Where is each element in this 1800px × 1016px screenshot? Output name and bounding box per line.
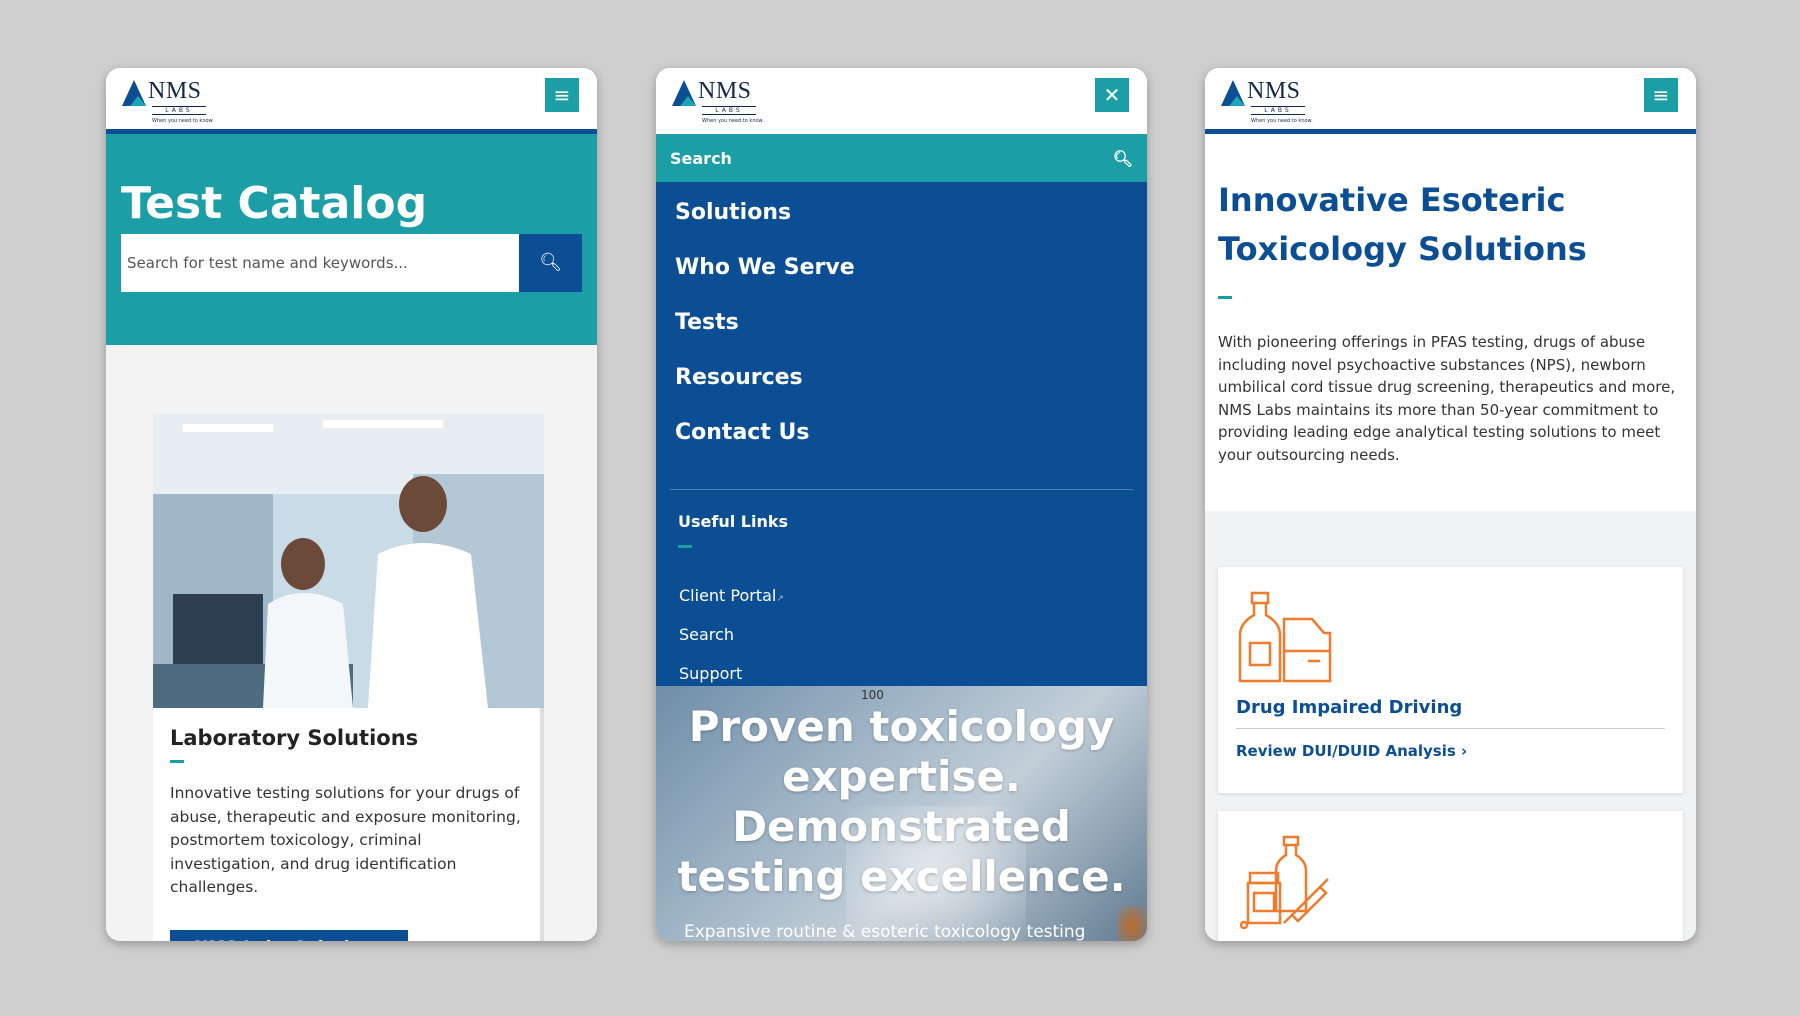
search-icon: 🔍︎ <box>539 252 562 273</box>
useful-links-heading: Useful Links <box>678 512 789 531</box>
nav-divider <box>670 489 1133 490</box>
link-search[interactable]: Search <box>670 625 1133 664</box>
page-title: Test Catalog <box>121 178 428 229</box>
laboratory-solutions-card: Laboratory Solutions Innovative testing … <box>153 708 544 941</box>
hamburger-icon[interactable]: ≡ <box>545 78 579 112</box>
logo-labs: LABS <box>1251 106 1305 115</box>
medicine-bottles-syringe-icon <box>1239 835 1329 929</box>
hamburger-icon[interactable]: ≡ <box>1644 78 1678 112</box>
nav-item-solutions[interactable]: Solutions <box>670 200 1133 255</box>
content-area: Laboratory Solutions Innovative testing … <box>106 345 597 941</box>
lab-photo <box>153 414 544 708</box>
cards-area: Drug Impaired Driving Review DUI/DUID An… <box>1205 511 1696 941</box>
menu-search-label: Search <box>670 148 732 168</box>
logo-labs: LABS <box>702 106 756 115</box>
accent-dash <box>1218 296 1232 299</box>
hero-scale-label: 100 <box>861 688 884 702</box>
logo-tagline: When you need to know. <box>152 118 214 124</box>
phone-mobile-menu: NMS LABS When you need to know. ✕ Search… <box>656 68 1147 941</box>
phone-esoteric-solutions: NMS LABS When you need to know. ≡ Innova… <box>1205 68 1696 941</box>
search-icon[interactable]: 🔍︎ <box>1113 149 1133 168</box>
hero-subtitle: Expansive routine & esoteric toxicology … <box>684 922 1086 941</box>
test-catalog-section: Test Catalog 🔍︎ <box>106 134 597 345</box>
nms-labs-logo[interactable]: NMS LABS When you need to know. <box>122 78 222 124</box>
bottle-car-icon <box>1238 591 1332 683</box>
card-title: Laboratory Solutions <box>170 726 419 750</box>
link-client-portal[interactable]: Client Portal↗ <box>670 586 1133 625</box>
logo-name: NMS <box>698 78 752 104</box>
logo-labs: LABS <box>152 106 206 115</box>
logo-tagline: When you need to know. <box>702 118 764 124</box>
close-icon[interactable]: ✕ <box>1095 78 1129 112</box>
intro-section: Innovative Esoteric Toxicology Solutions… <box>1205 134 1696 511</box>
card-title: Drug Impaired Driving <box>1236 697 1665 729</box>
drug-impaired-driving-card[interactable]: Drug Impaired Driving Review DUI/DUID An… <box>1218 567 1683 793</box>
hero-title: Proven toxicology expertise. Demonstrate… <box>677 702 1126 901</box>
section-body: With pioneering offerings in PFAS testin… <box>1218 333 1676 464</box>
phone-test-catalog: NMS LABS When you need to know. ≡ Test C… <box>106 68 597 941</box>
section-title: Innovative Esoteric Toxicology Solutions <box>1218 181 1587 268</box>
nav-item-contact-us[interactable]: Contact Us <box>670 420 1133 475</box>
hero-banner: 100 Proven toxicology expertise. Demonst… <box>656 686 1147 941</box>
nav-item-resources[interactable]: Resources <box>670 365 1133 420</box>
search-button[interactable]: 🔍︎ <box>519 234 582 292</box>
logo-tagline: When you need to know. <box>1251 118 1313 124</box>
logo-name: NMS <box>148 78 202 104</box>
mobile-nav: Solutions Who We Serve Tests Resources C… <box>656 182 1147 686</box>
nav-item-tests[interactable]: Tests <box>670 310 1133 365</box>
external-link-icon: ↗ <box>776 594 784 604</box>
review-dui-duid-link[interactable]: Review DUI/DUID Analysis › <box>1236 742 1665 760</box>
nms-labs-logo[interactable]: NMS LABS When you need to know. <box>672 78 772 124</box>
logo-name: NMS <box>1247 78 1301 104</box>
nav-item-who-we-serve[interactable]: Who We Serve <box>670 255 1133 310</box>
card-body: Innovative testing solutions for your dr… <box>170 784 521 896</box>
accent-dash <box>678 545 692 548</box>
link-label: Client Portal <box>679 586 777 605</box>
accent-dash <box>170 760 184 763</box>
therapeutics-card[interactable] <box>1218 811 1683 941</box>
site-header: NMS LABS When you need to know. ≡ <box>106 68 597 134</box>
site-header: NMS LABS When you need to know. ✕ <box>656 68 1147 134</box>
site-header: NMS LABS When you need to know. ≡ <box>1205 68 1696 134</box>
menu-search-bar[interactable]: Search 🔍︎ <box>656 134 1147 182</box>
test-search-input[interactable] <box>121 234 519 292</box>
nms-labs-logo[interactable]: NMS LABS When you need to know. <box>1221 78 1321 124</box>
test-search-bar: 🔍︎ <box>121 234 582 292</box>
nms-labs-solutions-button[interactable]: NMS Labs Solutions <box>170 929 408 941</box>
